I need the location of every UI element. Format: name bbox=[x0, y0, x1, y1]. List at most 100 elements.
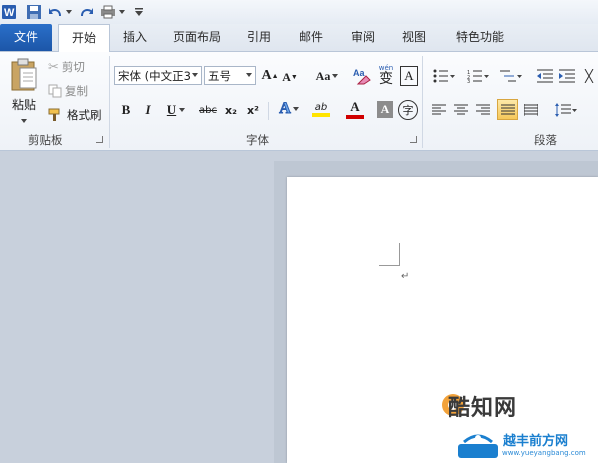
format-painter-icon bbox=[48, 108, 60, 121]
change-case-glyph: Aa bbox=[315, 68, 331, 83]
clear-format-button[interactable]: Aa bbox=[352, 65, 372, 87]
svg-text:Aa: Aa bbox=[353, 68, 365, 78]
watermark-brand-secondary: 越丰前方网 bbox=[503, 434, 569, 449]
watermark-url: www.yueyangbang.com bbox=[502, 449, 586, 457]
phonetic-guide-button[interactable]: wén 变 bbox=[375, 62, 397, 88]
line-spacing-icon bbox=[555, 103, 577, 117]
highlight-button[interactable]: ab bbox=[306, 98, 336, 120]
superscript-button[interactable]: x² bbox=[244, 100, 262, 120]
copy-icon bbox=[48, 84, 62, 98]
text-effects-button[interactable]: A bbox=[276, 98, 302, 120]
character-shading-button[interactable]: A bbox=[377, 101, 393, 118]
subscript-button[interactable]: x₂ bbox=[222, 100, 240, 120]
undo-dropdown-icon[interactable] bbox=[66, 3, 72, 21]
tab-mailings[interactable]: 邮件 bbox=[294, 24, 328, 51]
shrink-font-button[interactable]: A ▼ bbox=[282, 68, 298, 86]
shrink-font-glyph: A bbox=[282, 69, 291, 84]
format-painter-button[interactable]: 格式刷 bbox=[48, 106, 102, 124]
paste-dropdown-icon bbox=[21, 119, 27, 123]
tab-page-layout[interactable]: 页面布局 bbox=[168, 24, 226, 51]
tab-references[interactable]: 引用 bbox=[242, 24, 276, 51]
underline-glyph: U bbox=[166, 102, 177, 117]
subscript-glyph: x₂ bbox=[225, 103, 237, 117]
quick-access-toolbar: W bbox=[0, 0, 598, 25]
font-size-value: 五号 bbox=[208, 68, 231, 83]
clipboard-launcher-icon[interactable] bbox=[96, 136, 103, 143]
clipboard-icon bbox=[11, 58, 37, 91]
font-launcher-icon[interactable] bbox=[410, 136, 417, 143]
italic-button[interactable]: I bbox=[140, 100, 156, 120]
tab-special[interactable]: 特色功能 bbox=[448, 24, 512, 51]
multilevel-list-button[interactable] bbox=[498, 66, 524, 86]
tab-home[interactable]: 开始 bbox=[58, 24, 110, 52]
sort-button[interactable] bbox=[582, 66, 596, 86]
grow-font-button[interactable]: A ▲ bbox=[261, 66, 279, 86]
change-case-button[interactable]: Aa bbox=[314, 66, 340, 86]
bullets-button[interactable] bbox=[430, 66, 458, 86]
tab-view[interactable]: 视图 bbox=[397, 24, 431, 51]
word-app-icon[interactable]: W bbox=[2, 3, 18, 21]
tab-review[interactable]: 审阅 bbox=[346, 24, 380, 51]
cut-button[interactable]: ✂ 剪切 bbox=[48, 58, 85, 76]
distributed-button[interactable] bbox=[522, 100, 540, 120]
italic-glyph: I bbox=[145, 102, 151, 117]
copy-button[interactable]: 复制 bbox=[48, 82, 88, 100]
strikethrough-button[interactable]: abc bbox=[196, 100, 220, 120]
change-case-dropdown-icon bbox=[332, 74, 339, 78]
font-color-button[interactable]: A bbox=[340, 98, 370, 120]
bold-glyph: B bbox=[121, 102, 131, 117]
underline-dropdown-icon bbox=[179, 108, 186, 112]
align-center-icon bbox=[454, 104, 468, 115]
enclose-characters-button[interactable]: 字 bbox=[398, 100, 418, 120]
ribbon-tabs: 文件 开始 插入 页面布局 引用 邮件 审阅 视图 特色功能 bbox=[0, 24, 598, 52]
ribbon-home: 粘贴 ✂ 剪切 复制 格式刷 剪贴板 宋体 (中文正3 五号 A ▲ A ▼ Aa … bbox=[0, 52, 598, 151]
font-size-dropdown-icon bbox=[246, 73, 252, 77]
character-border-glyph: A bbox=[404, 68, 414, 83]
highlight-color-bar bbox=[312, 112, 330, 117]
character-shading-glyph: A bbox=[380, 102, 390, 116]
font-name-combo[interactable]: 宋体 (中文正3 bbox=[114, 66, 202, 85]
align-right-icon bbox=[476, 104, 490, 115]
print-dropdown-icon[interactable] bbox=[119, 3, 125, 21]
decrease-indent-button[interactable] bbox=[536, 66, 554, 86]
decrease-indent-icon bbox=[537, 69, 553, 83]
align-left-button[interactable] bbox=[430, 100, 448, 120]
increase-indent-icon bbox=[559, 69, 575, 83]
redo-icon[interactable] bbox=[78, 3, 94, 21]
margin-corner-marker bbox=[379, 243, 400, 266]
undo-icon[interactable] bbox=[48, 3, 64, 21]
character-border-button[interactable]: A bbox=[400, 66, 418, 86]
justify-button[interactable] bbox=[497, 99, 518, 120]
align-center-button[interactable] bbox=[452, 100, 470, 120]
font-name-value: 宋体 (中文正3 bbox=[118, 68, 191, 83]
numbering-button[interactable]: 123 bbox=[464, 66, 492, 86]
print-preview-icon[interactable] bbox=[100, 3, 118, 21]
tab-file[interactable]: 文件 bbox=[0, 24, 52, 51]
format-painter-label: 格式刷 bbox=[67, 108, 102, 122]
save-icon[interactable] bbox=[26, 3, 42, 21]
align-right-button[interactable] bbox=[474, 100, 492, 120]
strikethrough-glyph: abc bbox=[199, 104, 217, 116]
svg-text:W: W bbox=[4, 7, 15, 19]
tab-insert[interactable]: 插入 bbox=[118, 24, 152, 51]
bullets-icon bbox=[433, 69, 455, 83]
font-row-divider bbox=[268, 102, 269, 120]
underline-button[interactable]: U bbox=[164, 100, 188, 120]
cut-label: 剪切 bbox=[61, 60, 85, 74]
font-size-combo[interactable]: 五号 bbox=[204, 66, 256, 85]
bold-button[interactable]: B bbox=[118, 100, 134, 120]
group-divider bbox=[109, 56, 110, 148]
customize-qat-icon[interactable] bbox=[134, 3, 144, 21]
enclose-characters-glyph: 字 bbox=[402, 104, 414, 117]
paste-button[interactable]: 粘贴 bbox=[6, 56, 42, 128]
line-spacing-button[interactable] bbox=[552, 100, 580, 120]
font-color-bar bbox=[346, 115, 364, 119]
text-effects-dropdown-icon bbox=[292, 107, 299, 111]
paragraph-mark-icon: ↵ bbox=[401, 271, 410, 282]
align-left-icon bbox=[432, 104, 446, 115]
text-effects-glyph: A bbox=[279, 100, 292, 118]
document-page[interactable]: ↵ bbox=[287, 177, 598, 463]
increase-indent-button[interactable] bbox=[558, 66, 576, 86]
sort-icon bbox=[584, 69, 594, 83]
font-color-glyph: A bbox=[350, 99, 360, 114]
